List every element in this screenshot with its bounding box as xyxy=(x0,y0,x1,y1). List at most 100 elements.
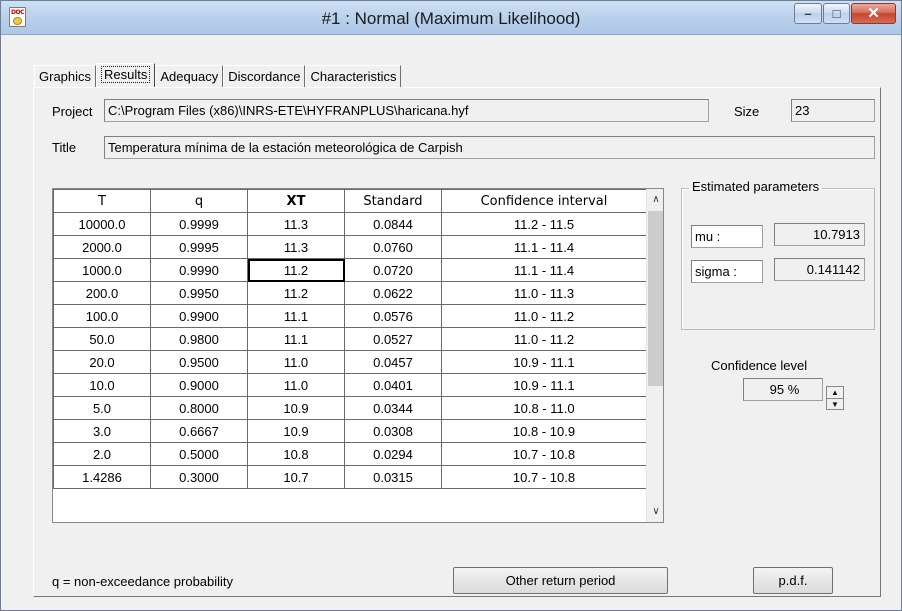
cell-t[interactable]: 10000.0 xyxy=(53,212,151,236)
cell-q[interactable]: 0.9900 xyxy=(150,304,248,328)
results-grid[interactable]: T q XT Standard Confidence interval 1000… xyxy=(52,188,664,523)
cell-t[interactable]: 200.0 xyxy=(53,281,151,305)
tab-graphics[interactable]: Graphics xyxy=(34,65,97,88)
other-return-period-button[interactable]: Other return period xyxy=(453,567,668,594)
project-label: Project xyxy=(52,104,93,119)
cell-confidence-interval[interactable]: 11.0 - 11.2 xyxy=(441,304,647,328)
cell-confidence-interval[interactable]: 11.2 - 11.5 xyxy=(441,212,647,236)
cell-t[interactable]: 5.0 xyxy=(53,396,151,420)
cell-confidence-interval[interactable]: 10.7 - 10.8 xyxy=(441,442,647,466)
cell-xt[interactable]: 11.2 xyxy=(247,258,345,282)
cell-t[interactable]: 50.0 xyxy=(53,327,151,351)
table-row[interactable]: 20.0 0.9500 11.0 0.0457 10.9 - 11.1 xyxy=(53,350,647,374)
cell-t[interactable]: 100.0 xyxy=(53,304,151,328)
cell-standard[interactable]: 0.0294 xyxy=(344,442,442,466)
table-row[interactable]: 3.0 0.6667 10.9 0.0308 10.8 - 10.9 xyxy=(53,419,647,443)
tab-adequacy[interactable]: Adequacy xyxy=(155,65,224,88)
column-header-xt[interactable]: XT xyxy=(247,189,345,213)
cell-xt[interactable]: 10.8 xyxy=(247,442,345,466)
cell-confidence-interval[interactable]: 11.0 - 11.2 xyxy=(441,327,647,351)
cell-q[interactable]: 0.3000 xyxy=(150,465,248,489)
tab-characteristics[interactable]: Characteristics xyxy=(305,65,402,88)
cell-standard[interactable]: 0.0401 xyxy=(344,373,442,397)
table-header-row: T q XT Standard Confidence interval xyxy=(53,189,647,213)
cell-xt[interactable]: 10.7 xyxy=(247,465,345,489)
minimize-button[interactable]: – xyxy=(794,3,822,24)
cell-q[interactable]: 0.9995 xyxy=(150,235,248,259)
cell-confidence-interval[interactable]: 10.8 - 10.9 xyxy=(441,419,647,443)
cell-q[interactable]: 0.9950 xyxy=(150,281,248,305)
column-header-q[interactable]: q xyxy=(150,189,248,213)
cell-confidence-interval[interactable]: 11.0 - 11.3 xyxy=(441,281,647,305)
table-row[interactable]: 1000.0 0.9990 11.2 0.0720 11.1 - 11.4 xyxy=(53,258,647,282)
cell-xt[interactable]: 11.0 xyxy=(247,373,345,397)
app-window: DOC #1 : Normal (Maximum Likelihood) – □… xyxy=(0,0,902,611)
cell-standard[interactable]: 0.0720 xyxy=(344,258,442,282)
scroll-down-icon[interactable]: ∨ xyxy=(647,503,663,520)
cell-t[interactable]: 2.0 xyxy=(53,442,151,466)
cell-q[interactable]: 0.9800 xyxy=(150,327,248,351)
cell-standard[interactable]: 0.0622 xyxy=(344,281,442,305)
tab-discordance[interactable]: Discordance xyxy=(223,65,306,88)
cell-standard[interactable]: 0.0344 xyxy=(344,396,442,420)
title-bar[interactable]: DOC #1 : Normal (Maximum Likelihood) – □… xyxy=(1,1,901,35)
cell-xt[interactable]: 11.1 xyxy=(247,304,345,328)
close-button[interactable]: ✕ xyxy=(851,3,896,24)
cell-xt[interactable]: 11.0 xyxy=(247,350,345,374)
table-row[interactable]: 5.0 0.8000 10.9 0.0344 10.8 - 11.0 xyxy=(53,396,647,420)
tab-results[interactable]: Results xyxy=(96,63,156,88)
maximize-button[interactable]: □ xyxy=(823,3,850,24)
cell-xt[interactable]: 11.1 xyxy=(247,327,345,351)
table-row[interactable]: 200.0 0.9950 11.2 0.0622 11.0 - 11.3 xyxy=(53,281,647,305)
cell-q[interactable]: 0.9990 xyxy=(150,258,248,282)
table-row[interactable]: 10.0 0.9000 11.0 0.0401 10.9 - 11.1 xyxy=(53,373,647,397)
cell-t[interactable]: 10.0 xyxy=(53,373,151,397)
cell-confidence-interval[interactable]: 10.9 - 11.1 xyxy=(441,373,647,397)
cell-confidence-interval[interactable]: 11.1 - 11.4 xyxy=(441,235,647,259)
cell-standard[interactable]: 0.0315 xyxy=(344,465,442,489)
cell-xt[interactable]: 10.9 xyxy=(247,396,345,420)
cell-confidence-interval[interactable]: 11.1 - 11.4 xyxy=(441,258,647,282)
cell-standard[interactable]: 0.0527 xyxy=(344,327,442,351)
table-scrollbar[interactable]: ∧ ∨ xyxy=(646,189,663,522)
table-row[interactable]: 2000.0 0.9995 11.3 0.0760 11.1 - 11.4 xyxy=(53,235,647,259)
cell-t[interactable]: 1.4286 xyxy=(53,465,151,489)
spin-down-icon[interactable]: ▼ xyxy=(827,399,843,410)
cell-standard[interactable]: 0.0760 xyxy=(344,235,442,259)
cell-t[interactable]: 3.0 xyxy=(53,419,151,443)
cell-t[interactable]: 1000.0 xyxy=(53,258,151,282)
confidence-level-spinner[interactable]: ▲ ▼ xyxy=(826,386,844,410)
confidence-level-field[interactable]: 95 % xyxy=(743,378,823,401)
cell-q[interactable]: 0.9000 xyxy=(150,373,248,397)
cell-t[interactable]: 20.0 xyxy=(53,350,151,374)
spin-up-icon[interactable]: ▲ xyxy=(827,387,843,398)
cell-q[interactable]: 0.9999 xyxy=(150,212,248,236)
cell-confidence-interval[interactable]: 10.8 - 11.0 xyxy=(441,396,647,420)
column-header-t[interactable]: T xyxy=(53,189,151,213)
cell-xt[interactable]: 11.3 xyxy=(247,212,345,236)
cell-confidence-interval[interactable]: 10.9 - 11.1 xyxy=(441,350,647,374)
cell-standard[interactable]: 0.0457 xyxy=(344,350,442,374)
table-row[interactable]: 50.0 0.9800 11.1 0.0527 11.0 - 11.2 xyxy=(53,327,647,351)
cell-xt[interactable]: 10.9 xyxy=(247,419,345,443)
cell-t[interactable]: 2000.0 xyxy=(53,235,151,259)
column-header-standard[interactable]: Standard xyxy=(344,189,442,213)
column-header-confidence-interval[interactable]: Confidence interval xyxy=(441,189,647,213)
cell-q[interactable]: 0.8000 xyxy=(150,396,248,420)
cell-standard[interactable]: 0.0576 xyxy=(344,304,442,328)
cell-xt[interactable]: 11.3 xyxy=(247,235,345,259)
table-row[interactable]: 1.4286 0.3000 10.7 0.0315 10.7 - 10.8 xyxy=(53,465,647,489)
table-row[interactable]: 2.0 0.5000 10.8 0.0294 10.7 - 10.8 xyxy=(53,442,647,466)
scrollbar-thumb[interactable] xyxy=(648,211,663,386)
cell-standard[interactable]: 0.0308 xyxy=(344,419,442,443)
scroll-up-icon[interactable]: ∧ xyxy=(647,191,663,208)
cell-confidence-interval[interactable]: 10.7 - 10.8 xyxy=(441,465,647,489)
table-row[interactable]: 100.0 0.9900 11.1 0.0576 11.0 - 11.2 xyxy=(53,304,647,328)
cell-standard[interactable]: 0.0844 xyxy=(344,212,442,236)
pdf-button[interactable]: p.d.f. xyxy=(753,567,833,594)
cell-xt[interactable]: 11.2 xyxy=(247,281,345,305)
cell-q[interactable]: 0.5000 xyxy=(150,442,248,466)
table-row[interactable]: 10000.0 0.9999 11.3 0.0844 11.2 - 11.5 xyxy=(53,212,647,236)
cell-q[interactable]: 0.6667 xyxy=(150,419,248,443)
cell-q[interactable]: 0.9500 xyxy=(150,350,248,374)
